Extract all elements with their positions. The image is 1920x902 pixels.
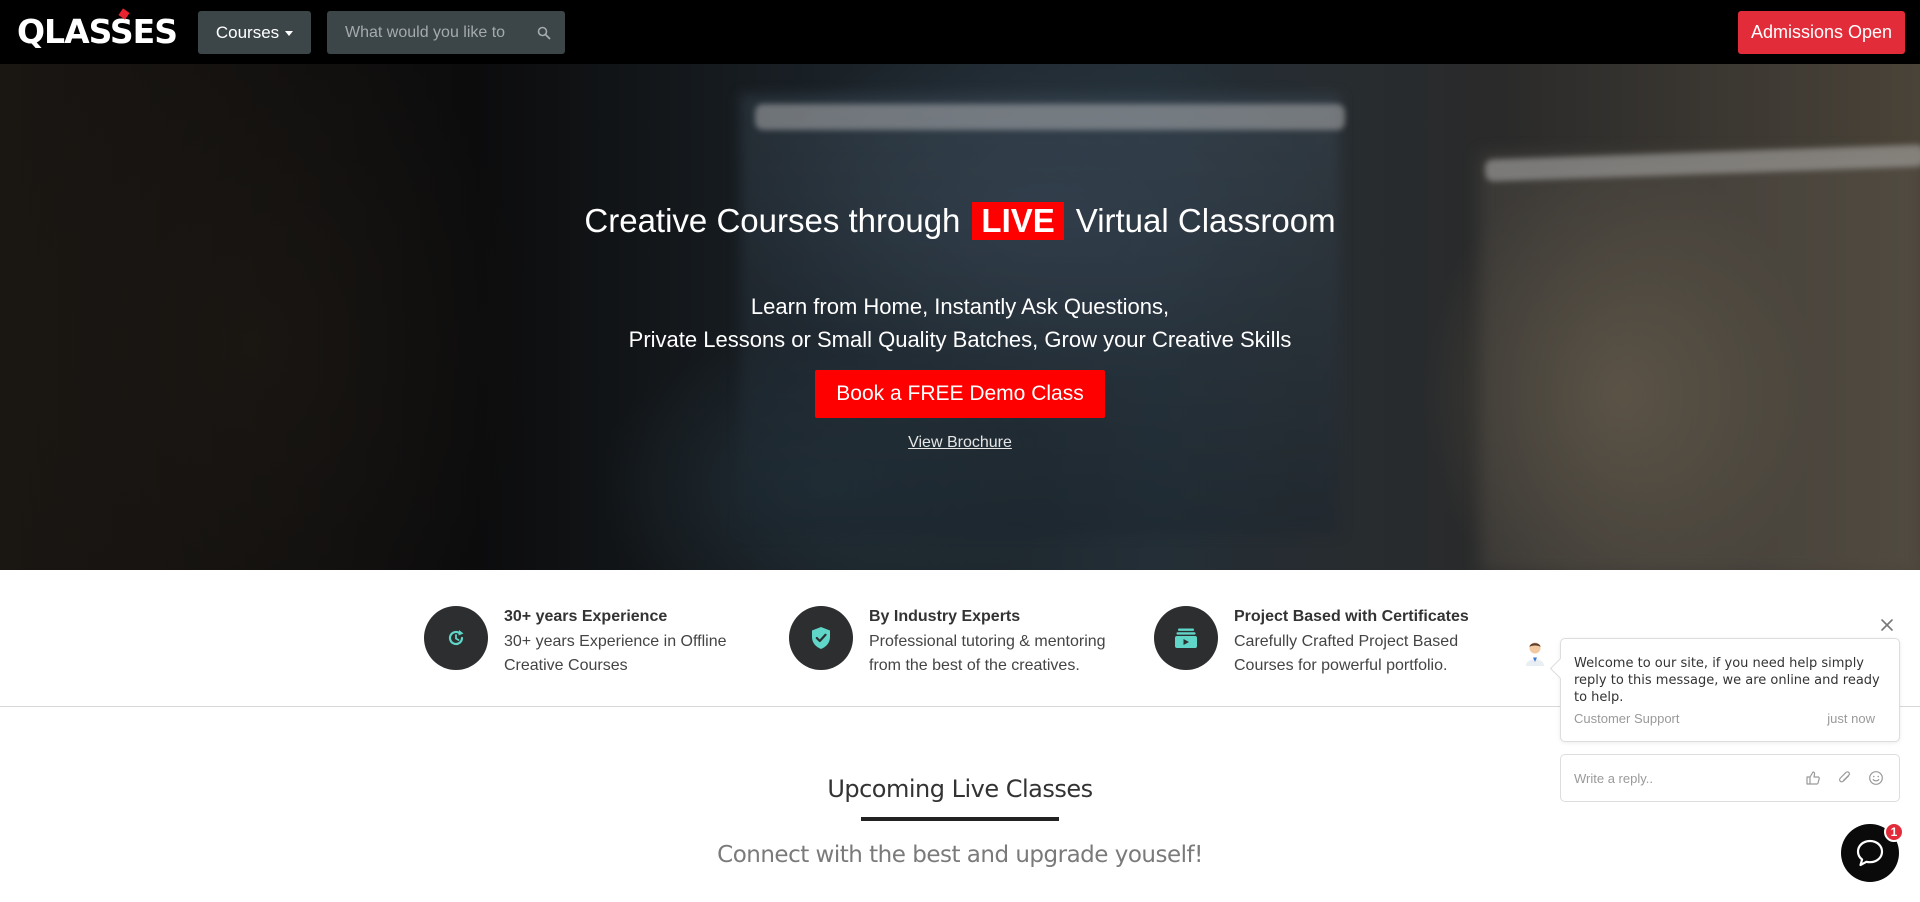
chat-reply-box [1560,754,1900,802]
courses-dropdown-button[interactable]: Courses [198,11,311,54]
thumbs-up-icon[interactable] [1805,770,1821,786]
live-badge: LIVE [972,202,1064,240]
admissions-open-button[interactable]: Admissions Open [1738,11,1905,54]
view-brochure-link: View Brochure [0,434,1920,452]
hero-title-after: Virtual Classroom [1075,202,1336,239]
feature-experience: 30+ years Experience 30+ years Experienc… [424,606,764,676]
search-box [327,11,565,54]
feature-description-line2: Courses for powerful portfolio. [1234,657,1448,674]
feature-description: Carefully Crafted Project Based Courses … [1234,630,1494,678]
feature-description-line2: from the best of the creatives. [869,657,1080,674]
feature-description: Professional tutoring & mentoring from t… [869,630,1129,678]
chat-bubble-icon [1856,839,1884,867]
hero-title: Creative Courses through LIVE Virtual Clas… [0,201,1920,241]
feature-certificates: Project Based with Certificates Carefull… [1154,606,1494,676]
hero-background-bar [755,104,1345,130]
chat-reply-input[interactable] [1574,755,1794,801]
refresh-icon [424,606,488,670]
feature-description-line1: Professional tutoring & mentoring [869,633,1106,650]
top-navbar: QLASSES Courses Admissions Open [0,0,1920,64]
view-brochure-link-text[interactable]: View Brochure [908,434,1012,451]
site-logo[interactable]: QLASSES [17,12,178,52]
feature-description-line1: 30+ years Experience in Offline [504,633,727,650]
feature-description-line2: Creative Courses [504,657,628,674]
upcoming-title-underline [861,817,1059,821]
hero-subtitle-line1: Learn from Home, Instantly Ask Questions… [750,294,1170,319]
book-demo-button[interactable]: Book a FREE Demo Class [815,370,1105,418]
chat-unread-badge: 1 [1884,822,1904,842]
chat-message-bubble: Welcome to our site, if you need help si… [1560,638,1900,742]
logo-text: QLASSES [17,12,178,51]
emoji-icon[interactable] [1868,770,1884,786]
hero-subtitle-line2: Private Lessons or Small Quality Batches… [628,327,1292,352]
courses-label: Courses [215,22,280,42]
feature-description: 30+ years Experience in Offline Creative… [504,630,764,678]
feature-title: By Industry Experts [869,608,1021,625]
feature-experts: By Industry Experts Professional tutorin… [789,606,1129,676]
shield-check-icon [789,606,853,670]
feature-description-line1: Carefully Crafted Project Based [1234,633,1459,650]
feature-title: 30+ years Experience [504,608,668,625]
hero-subtitle: Learn from Home, Instantly Ask Questions… [0,290,1920,356]
search-input[interactable] [327,11,527,54]
search-icon[interactable] [537,26,551,40]
hero-title-before: Creative Courses through [584,202,961,239]
support-agent-avatar [1526,642,1544,666]
hero-section: Creative Courses through LIVE Virtual Clas… [0,64,1920,570]
caret-down-icon [285,31,294,36]
close-icon[interactable] [1880,618,1894,632]
chat-timestamp: just now [1827,711,1875,726]
upcoming-classes-subtitle: Connect with the best and upgrade yousel… [717,842,1203,868]
paperclip-icon[interactable] [1837,770,1853,786]
certificate-box-icon [1154,606,1218,670]
chat-message-text: Welcome to our site, if you need help si… [1574,656,1880,705]
chat-sender-name: Customer Support [1574,711,1680,726]
feature-title: Project Based with Certificates [1234,608,1469,625]
